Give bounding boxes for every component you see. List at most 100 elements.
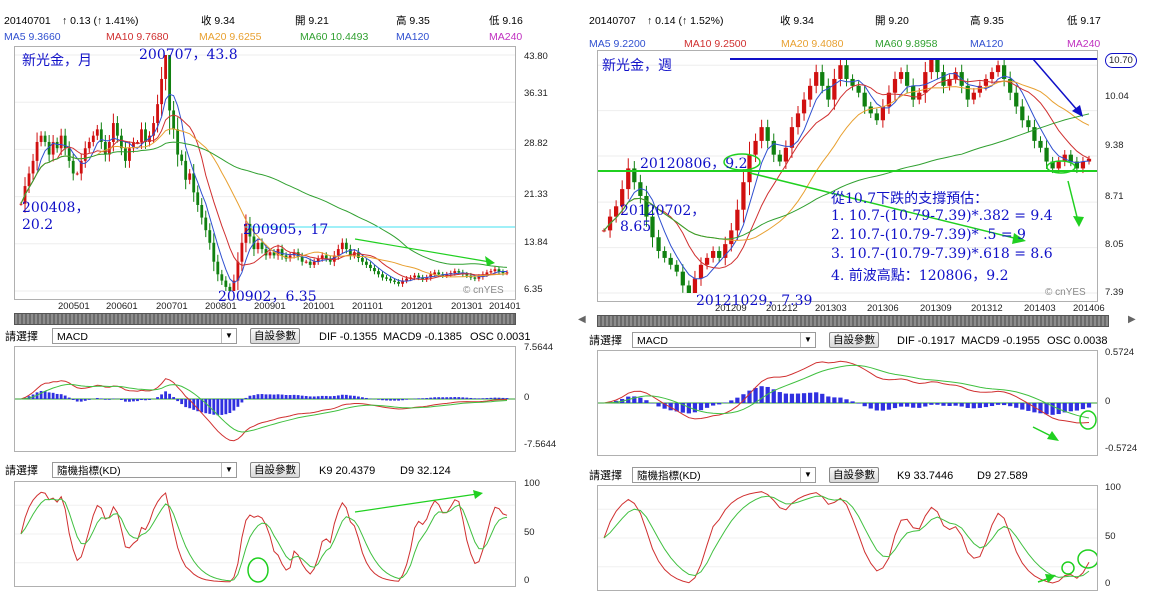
- left-price-svg: © cnYES: [15, 54, 515, 296]
- ma20-label: MA20 9.4080: [781, 38, 844, 50]
- price-tick: 10.70: [1105, 53, 1137, 68]
- scroll-left-arrow-icon[interactable]: ◀: [578, 314, 586, 325]
- candle-body: [308, 261, 312, 265]
- dif-value: DIF -0.1355: [319, 331, 378, 343]
- left-kd-chart[interactable]: [14, 481, 516, 587]
- macd-bar: [55, 393, 59, 399]
- chart-title-annotation: 新光金，月: [22, 53, 92, 69]
- macd-bar: [777, 392, 782, 403]
- candle-body: [344, 242, 348, 250]
- price-tick: 28.82: [524, 138, 548, 149]
- price-tick: 8.05: [1105, 239, 1124, 250]
- macd-bar: [477, 398, 481, 399]
- ma5-label: MA5 9.2200: [589, 38, 646, 50]
- macd-bar: [469, 397, 473, 399]
- d9-line: [20, 498, 508, 582]
- macd-bar: [63, 395, 67, 399]
- scroll-right-arrow-icon[interactable]: ▶: [1128, 314, 1136, 325]
- candle-body: [911, 85, 916, 100]
- macd-bar: [176, 399, 180, 402]
- candle-body: [656, 237, 661, 252]
- macd-bar: [1044, 403, 1049, 415]
- indicator-select[interactable]: MACD ▼: [52, 328, 237, 344]
- candle-body: [477, 276, 481, 279]
- macd-bar: [844, 399, 849, 403]
- macd-bar: [838, 397, 843, 403]
- support-note-3: 3. 10.7-(10.79-7.39)*.618 = 8.6: [831, 246, 1053, 262]
- scroll-thumb[interactable]: [15, 314, 515, 324]
- macd-bar: [300, 395, 304, 399]
- candle-body: [369, 264, 372, 268]
- candle-body: [216, 261, 220, 275]
- macd-bar: [801, 393, 807, 403]
- candle-body: [39, 135, 43, 142]
- candle-body: [485, 272, 489, 275]
- kd-tick: 100: [524, 478, 540, 489]
- indicator-select[interactable]: 隨機指標(KD) ▼: [632, 467, 816, 483]
- candle-body: [735, 209, 740, 231]
- left-macd-chart[interactable]: [14, 346, 516, 452]
- right-kd-chart[interactable]: [597, 485, 1099, 591]
- candle-body: [91, 135, 95, 142]
- quote-change: ↑ 0.14 (↑ 1.52%): [647, 15, 724, 27]
- macd-bar: [292, 394, 296, 399]
- macd-bar: [905, 403, 910, 407]
- candle-body: [995, 65, 1001, 73]
- candle-body: [397, 281, 400, 284]
- right-kd-selector: 請選擇 隨機指標(KD) ▼ 自設參數 K9 33.7446 D9 27.589: [589, 467, 1149, 485]
- ma60-label: MA60 10.4493: [300, 31, 369, 43]
- scroll-thumb[interactable]: [598, 316, 1108, 326]
- macd-bar: [911, 403, 916, 408]
- indicator-select[interactable]: 隨機指標(KD) ▼: [52, 462, 237, 478]
- macd-bar: [184, 399, 188, 408]
- macd-bar: [923, 403, 928, 407]
- ma240-label: MA240: [489, 31, 523, 43]
- macd-bar: [977, 403, 982, 408]
- macd-bar: [880, 403, 885, 411]
- macd-bar: [67, 397, 71, 399]
- green-circle-mark: [1079, 410, 1097, 430]
- macd-tick: -0.5724: [1105, 443, 1138, 454]
- macd-bar: [220, 399, 224, 415]
- custom-params-button[interactable]: 自設參數: [829, 332, 879, 348]
- macd-bar: [814, 392, 819, 403]
- annotation-200902: 200902，6.35: [218, 289, 317, 305]
- candle-body: [212, 242, 216, 262]
- macd-bar: [393, 399, 396, 401]
- candle-body: [373, 267, 376, 272]
- candle-body: [741, 182, 746, 210]
- left-quote-header: 20140701 ↑ 0.13 (↑ 1.41%) 收 9.34 開 9.21 …: [4, 14, 564, 28]
- candle-body: [1056, 161, 1061, 169]
- left-price-chart[interactable]: © cnYES: [14, 46, 516, 300]
- custom-params-button[interactable]: 自設參數: [829, 467, 879, 483]
- candle-body: [268, 252, 272, 256]
- right-macd-chart[interactable]: [597, 350, 1098, 456]
- candle-body: [87, 141, 91, 149]
- macd-bar: [51, 392, 55, 399]
- candle-body: [989, 72, 995, 79]
- candle-body: [136, 141, 139, 143]
- candle-body: [457, 271, 461, 273]
- macd-bar: [692, 403, 698, 413]
- right-scrollbar[interactable]: [597, 315, 1109, 327]
- macd-bar: [886, 403, 892, 410]
- left-scrollbar[interactable]: [14, 313, 516, 325]
- macd-bar: [850, 401, 855, 403]
- macd-bar: [965, 403, 970, 408]
- macd-bar: [304, 395, 308, 399]
- candle-body: [614, 206, 619, 217]
- candle-body: [115, 123, 119, 136]
- macd-bar: [453, 397, 457, 399]
- custom-params-button[interactable]: 自設參數: [250, 328, 300, 344]
- macd-bar: [929, 403, 934, 405]
- candle-body: [898, 72, 904, 79]
- macd-bar: [417, 398, 421, 399]
- macd-bar: [75, 399, 79, 402]
- macd-bar: [312, 396, 316, 399]
- custom-params-button[interactable]: 自設參數: [250, 462, 300, 478]
- macd-bar: [437, 397, 441, 399]
- support-note-2: 2. 10.7-(10.79-7.39)* .5 = 9: [831, 227, 1026, 243]
- candle-body: [324, 255, 328, 259]
- support-note-title: 從10.7下跌的支撐預估：: [831, 191, 989, 207]
- indicator-select[interactable]: MACD ▼: [632, 332, 816, 348]
